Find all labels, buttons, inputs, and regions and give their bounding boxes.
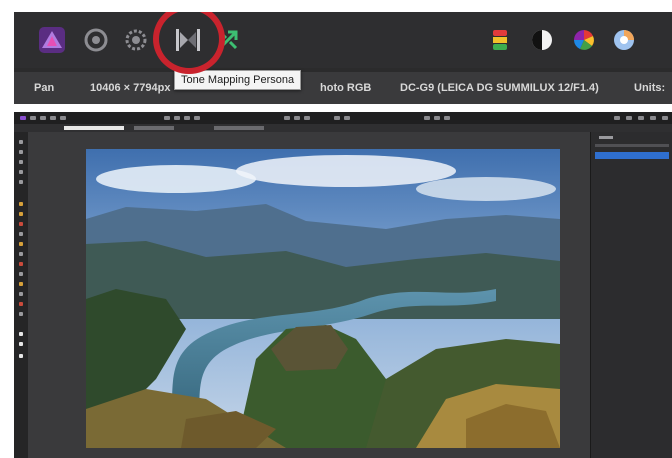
context-toolbar: Pan 10406 × 7794px hoto RGB DC-G9 (LEICA… [14, 72, 672, 104]
tools-panel [14, 132, 28, 458]
app-toolbar [14, 112, 672, 124]
color-profile-label: hoto RGB [320, 82, 372, 94]
app-context-bar [14, 124, 672, 132]
color-wheel-icon[interactable] [570, 26, 598, 54]
develop-persona-icon[interactable] [122, 26, 150, 54]
units-label: Units: [634, 82, 666, 94]
app-screenshot [14, 112, 672, 458]
contrast-icon[interactable] [528, 26, 556, 54]
landscape-photo [86, 149, 560, 448]
persona-toolbar [14, 12, 672, 68]
selected-layer-row[interactable] [595, 152, 669, 159]
camera-info-label: DC-G9 (LEICA DG SUMMILUX 12/F1.4) [400, 82, 599, 94]
color-balance-icon[interactable] [610, 26, 638, 54]
color-picker-icon[interactable] [486, 26, 514, 54]
layers-panel [590, 132, 672, 458]
current-tool-label: Pan [34, 82, 55, 94]
divider [14, 104, 672, 112]
photo-persona-icon[interactable] [38, 26, 66, 54]
document-dimensions: 10406 × 7794px [90, 82, 171, 94]
liquify-persona-icon[interactable] [82, 26, 110, 54]
tutorial-figure: Pan 10406 × 7794px hoto RGB DC-G9 (LEICA… [0, 0, 672, 458]
zoomed-toolbar-crop: Pan 10406 × 7794px hoto RGB DC-G9 (LEICA… [14, 12, 672, 104]
document-canvas[interactable] [28, 132, 590, 458]
